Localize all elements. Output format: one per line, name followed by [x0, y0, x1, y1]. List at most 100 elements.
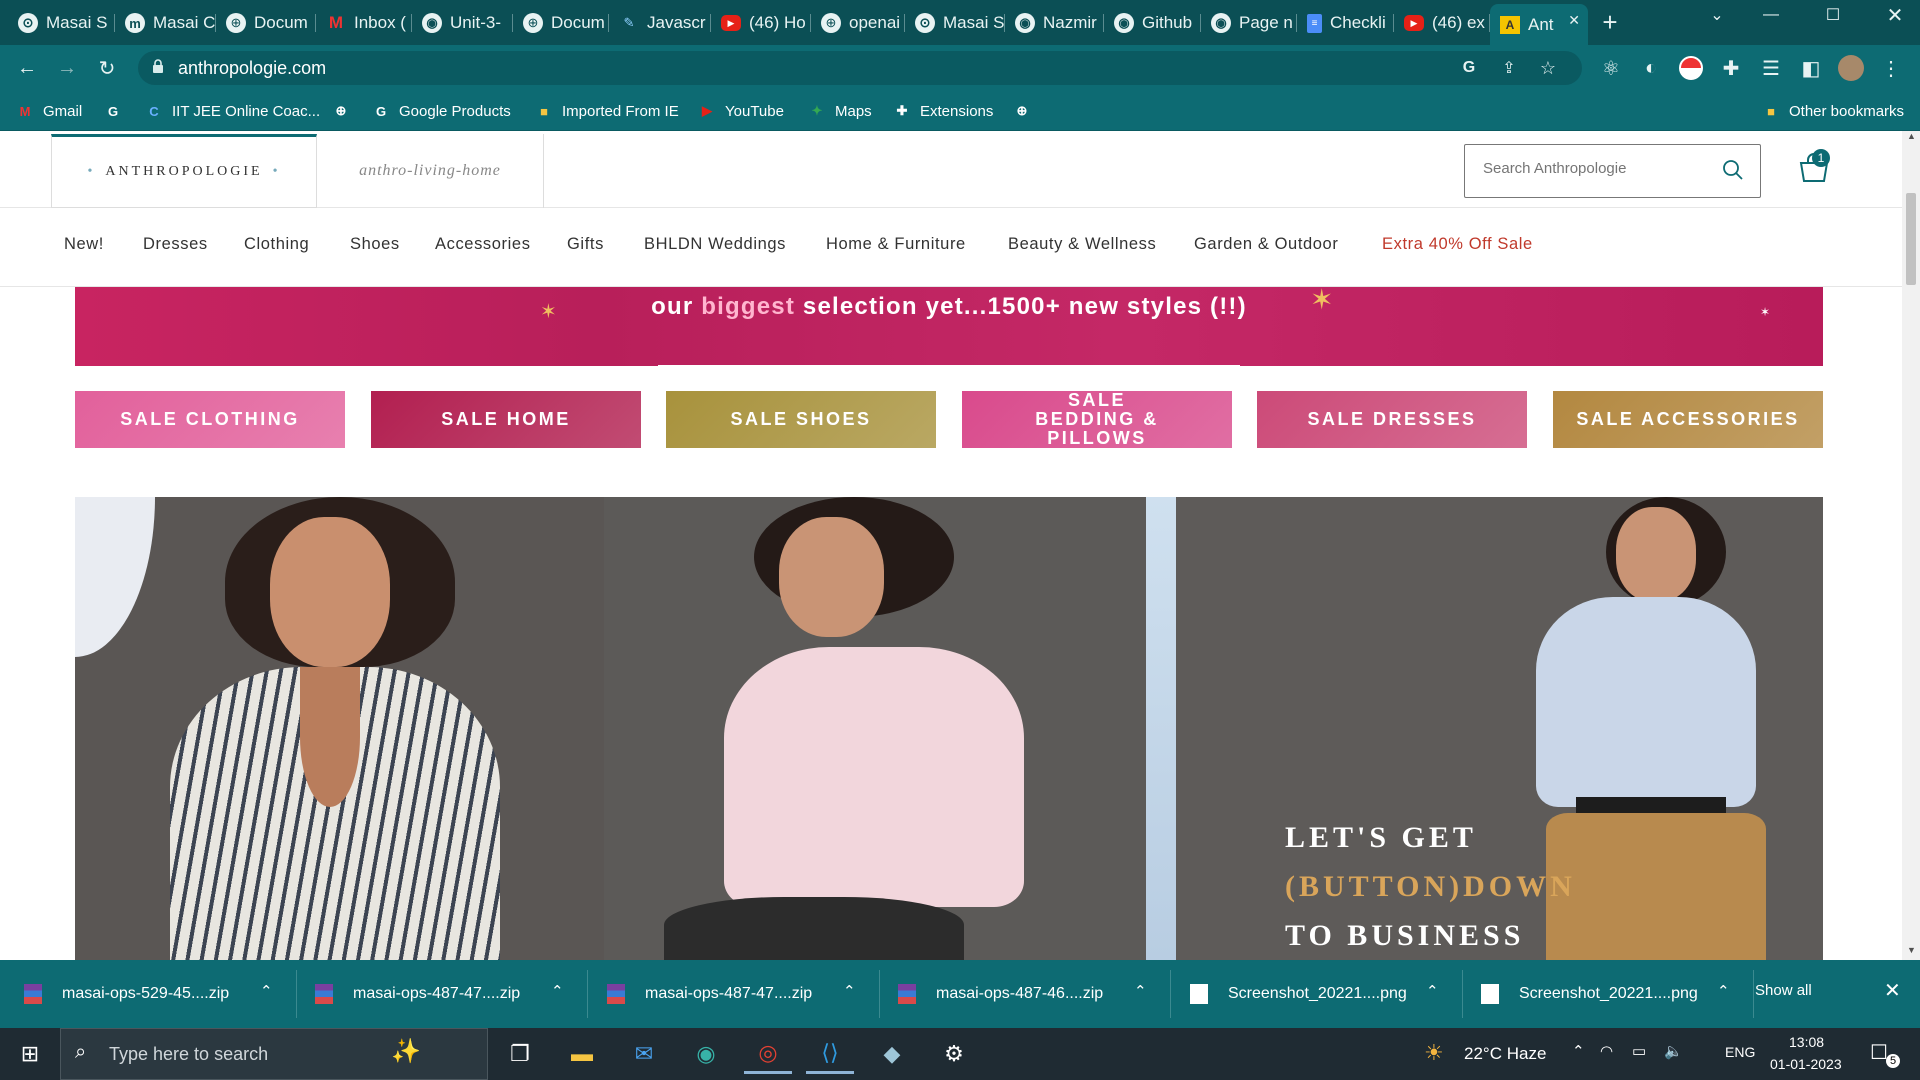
tab-11[interactable]: ◉ Nazmir: [1005, 6, 1104, 40]
volume-icon[interactable]: 🔈: [1664, 1042, 1683, 1060]
nav-clothing[interactable]: Clothing: [244, 235, 309, 254]
tab-1[interactable]: ⊙ Masai S: [8, 6, 115, 40]
bookmark-imported-from-ie[interactable]: ■ Imported From IE: [535, 99, 679, 123]
tile-sale-bedding-pillows[interactable]: SALE BEDDING & PILLOWS: [962, 391, 1232, 448]
tab-14[interactable]: ≡ Checkli: [1297, 6, 1394, 40]
url-text[interactable]: anthropologie.com: [178, 58, 326, 79]
other-bookmarks[interactable]: ■ Other bookmarks: [1762, 99, 1904, 123]
tab-search-chevron-icon[interactable]: ⌄: [1694, 0, 1740, 30]
tab-9[interactable]: ⊕ openai: [811, 6, 905, 40]
anthro-living-home-logo[interactable]: anthro-living-home: [317, 134, 544, 208]
scroll-up-icon[interactable]: ▲: [1907, 131, 1916, 141]
bookmark-globe[interactable]: ⊕: [1013, 99, 1040, 123]
tab-5[interactable]: ◉ Unit-3-: [412, 6, 513, 40]
tile-sale-shoes[interactable]: SALE SHOES: [666, 391, 936, 448]
tile-sale-home[interactable]: SALE HOME: [371, 391, 641, 448]
bookmark-extensions[interactable]: ✚ Extensions: [893, 99, 994, 123]
tab-3[interactable]: ⊕ Docum: [216, 6, 316, 40]
tile-sale-clothing[interactable]: SALE CLOTHING: [75, 391, 345, 448]
tab-13[interactable]: ◉ Page n: [1201, 6, 1297, 40]
bookmark-google[interactable]: G: [104, 99, 131, 123]
task-view-icon[interactable]: ❐: [496, 1034, 544, 1074]
file-explorer-icon[interactable]: ▬: [558, 1034, 606, 1074]
nav-new[interactable]: New!: [64, 235, 104, 254]
menu-kebab-icon[interactable]: ⋮: [1876, 53, 1906, 83]
nav-bhldn-weddings[interactable]: BHLDN Weddings: [644, 235, 786, 254]
network-icon[interactable]: ◠: [1600, 1042, 1613, 1060]
download-options-chevron-icon[interactable]: ⌃: [1717, 982, 1730, 1000]
settings-gear-icon[interactable]: ⚙: [930, 1034, 978, 1074]
show-hidden-icons-chevron[interactable]: ⌃: [1572, 1042, 1585, 1060]
vscode-icon[interactable]: ⟨⟩: [806, 1034, 854, 1074]
bookmark-iit-jee-online-coac[interactable]: C IIT JEE Online Coac...: [145, 99, 320, 123]
clock-time[interactable]: 13:08: [1789, 1034, 1824, 1050]
tab-7[interactable]: ✎ Javascr: [609, 6, 711, 40]
tab-16[interactable]: A Ant ✕: [1490, 4, 1588, 45]
download-options-chevron-icon[interactable]: ⌃: [1426, 982, 1439, 1000]
share-icon[interactable]: ⇪: [1494, 53, 1524, 83]
battery-icon[interactable]: ▭: [1632, 1042, 1646, 1060]
bookmark-gmail[interactable]: M Gmail: [16, 99, 83, 123]
clock-date[interactable]: 01-01-2023: [1770, 1056, 1842, 1072]
address-bar[interactable]: anthropologie.com G ⇪ ☆: [138, 51, 1582, 85]
bookmark-star-icon[interactable]: ☆: [1533, 53, 1563, 83]
bookmark-globe[interactable]: ⊕: [332, 99, 359, 123]
google-lens-icon[interactable]: G: [1454, 53, 1484, 83]
site-search-box[interactable]: [1464, 144, 1761, 198]
tab-8[interactable]: ▶ (46) Ho: [711, 6, 811, 40]
nav-gifts[interactable]: Gifts: [567, 235, 604, 254]
side-panel-icon[interactable]: ◧: [1796, 53, 1826, 83]
windows-start-icon[interactable]: ⊞: [6, 1034, 54, 1074]
nav-home-furniture[interactable]: Home & Furniture: [826, 235, 966, 254]
pokeball-extension-icon[interactable]: [1676, 53, 1706, 83]
scroll-down-icon[interactable]: ▼: [1907, 945, 1916, 955]
bookmark-youtube[interactable]: ▶ YouTube: [698, 99, 784, 123]
edge-icon[interactable]: ◉: [682, 1034, 730, 1074]
tile-sale-accessories[interactable]: SALE ACCESSORIES: [1553, 391, 1823, 448]
mail-icon[interactable]: ✉: [620, 1034, 668, 1074]
bookmark-maps[interactable]: ✦ Maps: [808, 99, 872, 123]
download-item[interactable]: Screenshot_20221....png ⌃: [1481, 960, 1751, 1028]
site-search-input[interactable]: [1483, 160, 1713, 177]
show-all-downloads-button[interactable]: Show all: [1755, 982, 1812, 999]
nav-shoes[interactable]: Shoes: [350, 235, 400, 254]
scrollbar-thumb[interactable]: [1906, 193, 1916, 285]
nav-beauty-wellness[interactable]: Beauty & Wellness: [1008, 235, 1156, 254]
download-item[interactable]: masai-ops-487-47....zip ⌃: [315, 960, 585, 1028]
back-arrow-icon[interactable]: ←: [12, 53, 42, 83]
react-devtools-icon[interactable]: ⚛: [1596, 53, 1626, 83]
promo-banner[interactable]: our biggest selection yet...1500+ new st…: [75, 287, 1823, 366]
tab-15[interactable]: ▶ (46) ex: [1394, 6, 1490, 40]
bookmark-google-products[interactable]: G Google Products: [372, 99, 511, 123]
dark-reader-icon[interactable]: ◐: [1636, 53, 1666, 83]
nav-garden-outdoor[interactable]: Garden & Outdoor: [1194, 235, 1338, 254]
extensions-puzzle-icon[interactable]: ✚: [1716, 53, 1746, 83]
close-window-button[interactable]: ✕: [1872, 0, 1918, 30]
tile-sale-dresses[interactable]: SALE DRESSES: [1257, 391, 1527, 448]
page-scrollbar[interactable]: ▲ ▼: [1902, 131, 1920, 960]
close-downloads-icon[interactable]: ✕: [1884, 978, 1901, 1003]
tab-4[interactable]: M Inbox (: [316, 6, 412, 40]
search-icon[interactable]: [1722, 159, 1744, 181]
download-item[interactable]: Screenshot_20221....png ⌃: [1190, 960, 1460, 1028]
minimize-button[interactable]: —: [1748, 0, 1794, 30]
nav-extra-40-off-sale[interactable]: Extra 40% Off Sale: [1382, 235, 1533, 254]
forward-arrow-icon[interactable]: →: [52, 53, 82, 83]
notes-app-icon[interactable]: ◆: [868, 1034, 916, 1074]
anthropologie-logo[interactable]: • ANTHROPOLOGIE •: [51, 134, 317, 208]
download-options-chevron-icon[interactable]: ⌃: [843, 982, 856, 1000]
close-tab-icon[interactable]: ✕: [1568, 12, 1580, 29]
tab-6[interactable]: ⊕ Docum: [513, 6, 609, 40]
tab-2[interactable]: m Masai C: [115, 6, 216, 40]
download-item[interactable]: masai-ops-529-45....zip ⌃: [24, 960, 294, 1028]
download-item[interactable]: masai-ops-487-46....zip ⌃: [898, 960, 1168, 1028]
download-options-chevron-icon[interactable]: ⌃: [260, 982, 273, 1000]
reading-list-icon[interactable]: ☰: [1756, 53, 1786, 83]
profile-avatar[interactable]: [1836, 53, 1866, 83]
tab-10[interactable]: ⊙ Masai S: [905, 6, 1005, 40]
hero-panel-pink-shirt[interactable]: [604, 497, 1146, 960]
taskbar-search[interactable]: ⌕ Type here to search ✨: [60, 1028, 488, 1080]
chrome-icon[interactable]: ◎: [744, 1034, 792, 1074]
download-item[interactable]: masai-ops-487-47....zip ⌃: [607, 960, 877, 1028]
language-indicator[interactable]: ENG: [1725, 1044, 1755, 1060]
